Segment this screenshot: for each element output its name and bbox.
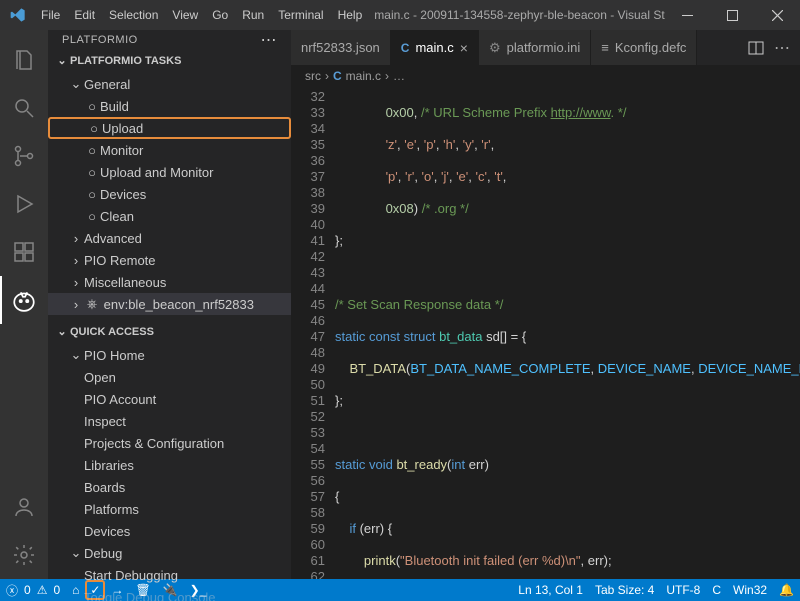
menu-help[interactable]: Help [332, 8, 369, 22]
task-upload-monitor[interactable]: ○Upload and Monitor [48, 161, 291, 183]
maximize-button[interactable] [710, 0, 755, 30]
status-tabsize[interactable]: Tab Size: 4 [589, 579, 660, 601]
task-clean[interactable]: ○Clean [48, 205, 291, 227]
tree-env[interactable]: ›⎈ env:ble_beacon_nrf52833 [48, 293, 291, 315]
env-icon: ⎈ [84, 296, 100, 312]
gutter: 3233343536373839404142434445464748495051… [291, 87, 335, 579]
status-language[interactable]: C [706, 579, 727, 601]
code-content[interactable]: 0x00, /* URL Scheme Prefix http://www. *… [335, 87, 800, 579]
split-editor-icon[interactable] [748, 40, 764, 56]
error-icon: ⓧ [6, 582, 18, 599]
title-bar: File Edit Selection View Go Run Terminal… [0, 0, 800, 30]
tab-nrf52833[interactable]: nrf52833.json [291, 30, 391, 65]
menu-view[interactable]: View [166, 8, 204, 22]
task-build[interactable]: ○Build [48, 95, 291, 117]
task-monitor[interactable]: ○Monitor [48, 139, 291, 161]
qa-platforms[interactable]: Platforms [48, 498, 291, 520]
menu-edit[interactable]: Edit [68, 8, 101, 22]
tree-pio-remote[interactable]: ›PIO Remote [48, 249, 291, 271]
more-actions-icon[interactable]: ⋯ [774, 38, 790, 58]
status-os[interactable]: Win32 [727, 579, 773, 601]
status-cursor[interactable]: Ln 13, Col 1 [512, 579, 589, 601]
vscode-logo [0, 7, 35, 23]
sidebar-header: PLATFORMIO ⋯ [48, 30, 291, 50]
run-debug-icon[interactable] [0, 180, 48, 228]
more-icon[interactable]: ⋯ [261, 30, 278, 50]
menu-file[interactable]: File [35, 8, 66, 22]
qa-toggle-console[interactable]: Toggle Debug Console [48, 586, 291, 601]
qa-account[interactable]: PIO Account [48, 388, 291, 410]
warning-icon: ⚠ [37, 583, 48, 597]
breadcrumb[interactable]: src› C main.c›… [291, 65, 800, 87]
qa-projects[interactable]: Projects & Configuration [48, 432, 291, 454]
explorer-icon[interactable] [0, 36, 48, 84]
qa-debug[interactable]: ⌄Debug [48, 542, 291, 564]
qa-boards[interactable]: Boards [48, 476, 291, 498]
tab-main-c[interactable]: Cmain.c× [391, 30, 479, 65]
menu-run[interactable]: Run [236, 8, 270, 22]
task-upload[interactable]: ○Upload [48, 117, 291, 139]
section-tasks[interactable]: ⌄PLATFORMIO TASKS [48, 50, 291, 73]
qa-libraries[interactable]: Libraries [48, 454, 291, 476]
settings-gear-icon[interactable] [0, 531, 48, 579]
task-devices[interactable]: ○Devices [48, 183, 291, 205]
accounts-icon[interactable] [0, 483, 48, 531]
menu-go[interactable]: Go [206, 8, 234, 22]
search-icon[interactable] [0, 84, 48, 132]
bell-icon: 🔔 [779, 583, 794, 597]
c-file-icon: C [401, 41, 410, 55]
close-button[interactable] [755, 0, 800, 30]
tree-advanced[interactable]: ›Advanced [48, 227, 291, 249]
tab-kconfig[interactable]: ≡Kconfig.defc [591, 30, 697, 65]
platformio-icon[interactable] [0, 276, 48, 324]
menu-terminal[interactable]: Terminal [272, 8, 329, 22]
qa-inspect[interactable]: Inspect [48, 410, 291, 432]
source-control-icon[interactable] [0, 132, 48, 180]
tree-general[interactable]: ⌄General [48, 73, 291, 95]
gear-icon: ⚙ [489, 40, 501, 56]
minimize-button[interactable] [665, 0, 710, 30]
editor-tabs: nrf52833.json Cmain.c× ⚙platformio.ini ≡… [291, 30, 800, 65]
section-quick-access[interactable]: ⌄QUICK ACCESS [48, 321, 291, 344]
qa-pio-home[interactable]: ⌄PIO Home [48, 344, 291, 366]
tab-platformio-ini[interactable]: ⚙platformio.ini [479, 30, 591, 65]
status-feedback[interactable]: 🔔 [773, 579, 800, 601]
status-encoding[interactable]: UTF-8 [660, 579, 706, 601]
qa-open[interactable]: Open [48, 366, 291, 388]
window-title: main.c - 200911-134558-zephyr-ble-beacon… [368, 8, 665, 22]
editor: nrf52833.json Cmain.c× ⚙platformio.ini ≡… [291, 30, 800, 579]
sidebar: PLATFORMIO ⋯ ⌄PLATFORMIO TASKS ⌄General … [48, 30, 291, 579]
activity-bar [0, 30, 48, 579]
main-menu: File Edit Selection View Go Run Terminal… [35, 8, 368, 22]
menu-selection[interactable]: Selection [103, 8, 164, 22]
sidebar-title: PLATFORMIO [62, 34, 138, 46]
qa-devices[interactable]: Devices [48, 520, 291, 542]
settings-icon: ≡ [601, 40, 609, 55]
code-editor[interactable]: 3233343536373839404142434445464748495051… [291, 87, 800, 579]
close-icon[interactable]: × [460, 40, 468, 56]
extensions-icon[interactable] [0, 228, 48, 276]
tree-misc[interactable]: ›Miscellaneous [48, 271, 291, 293]
